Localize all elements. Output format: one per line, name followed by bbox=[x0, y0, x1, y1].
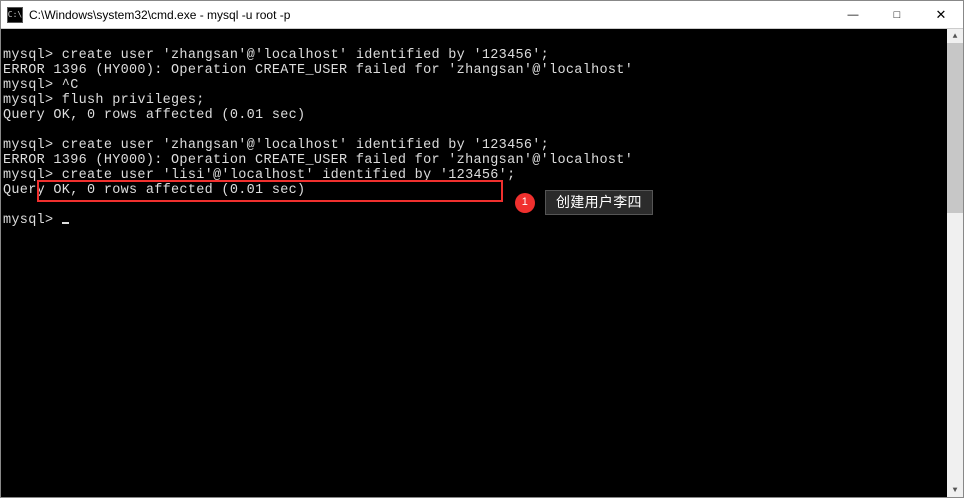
scrollbar-thumb[interactable] bbox=[947, 43, 963, 213]
terminal-line: Query OK, 0 rows affected (0.01 sec) bbox=[3, 108, 305, 123]
cursor-icon bbox=[62, 222, 69, 224]
vertical-scrollbar[interactable]: ▲ ▼ bbox=[947, 29, 963, 497]
terminal-line: ERROR 1396 (HY000): Operation CREATE_USE… bbox=[3, 153, 633, 168]
maximize-button[interactable]: □ bbox=[875, 1, 919, 29]
window-title: C:\Windows\system32\cmd.exe - mysql -u r… bbox=[29, 8, 831, 22]
annotation-badge: 1 bbox=[515, 193, 535, 213]
scroll-up-icon[interactable]: ▲ bbox=[947, 29, 963, 43]
close-button[interactable]: ✕ bbox=[919, 1, 963, 29]
cmd-window: C:\ C:\Windows\system32\cmd.exe - mysql … bbox=[0, 0, 964, 498]
terminal-line: mysql> flush privileges; bbox=[3, 93, 205, 108]
terminal-output[interactable]: mysql> create user 'zhangsan'@'localhost… bbox=[1, 29, 963, 497]
terminal-prompt: mysql> bbox=[3, 213, 62, 228]
terminal-line: ERROR 1396 (HY000): Operation CREATE_USE… bbox=[3, 63, 633, 78]
cmd-icon: C:\ bbox=[7, 7, 23, 23]
terminal-line: mysql> create user 'zhangsan'@'localhost… bbox=[3, 48, 549, 63]
terminal-line: mysql> ^C bbox=[3, 78, 79, 93]
terminal-line: Query OK, 0 rows affected (0.01 sec) bbox=[3, 183, 305, 198]
terminal-line: mysql> create user 'lisi'@'localhost' id… bbox=[3, 168, 515, 183]
annotation-label: 创建用户李四 bbox=[545, 190, 653, 215]
window-controls: — □ ✕ bbox=[831, 1, 963, 28]
minimize-button[interactable]: — bbox=[831, 1, 875, 29]
terminal-line: mysql> create user 'zhangsan'@'localhost… bbox=[3, 138, 549, 153]
titlebar[interactable]: C:\ C:\Windows\system32\cmd.exe - mysql … bbox=[1, 1, 963, 29]
scroll-down-icon[interactable]: ▼ bbox=[947, 483, 963, 497]
annotation-callout: 1 创建用户李四 bbox=[515, 190, 653, 215]
